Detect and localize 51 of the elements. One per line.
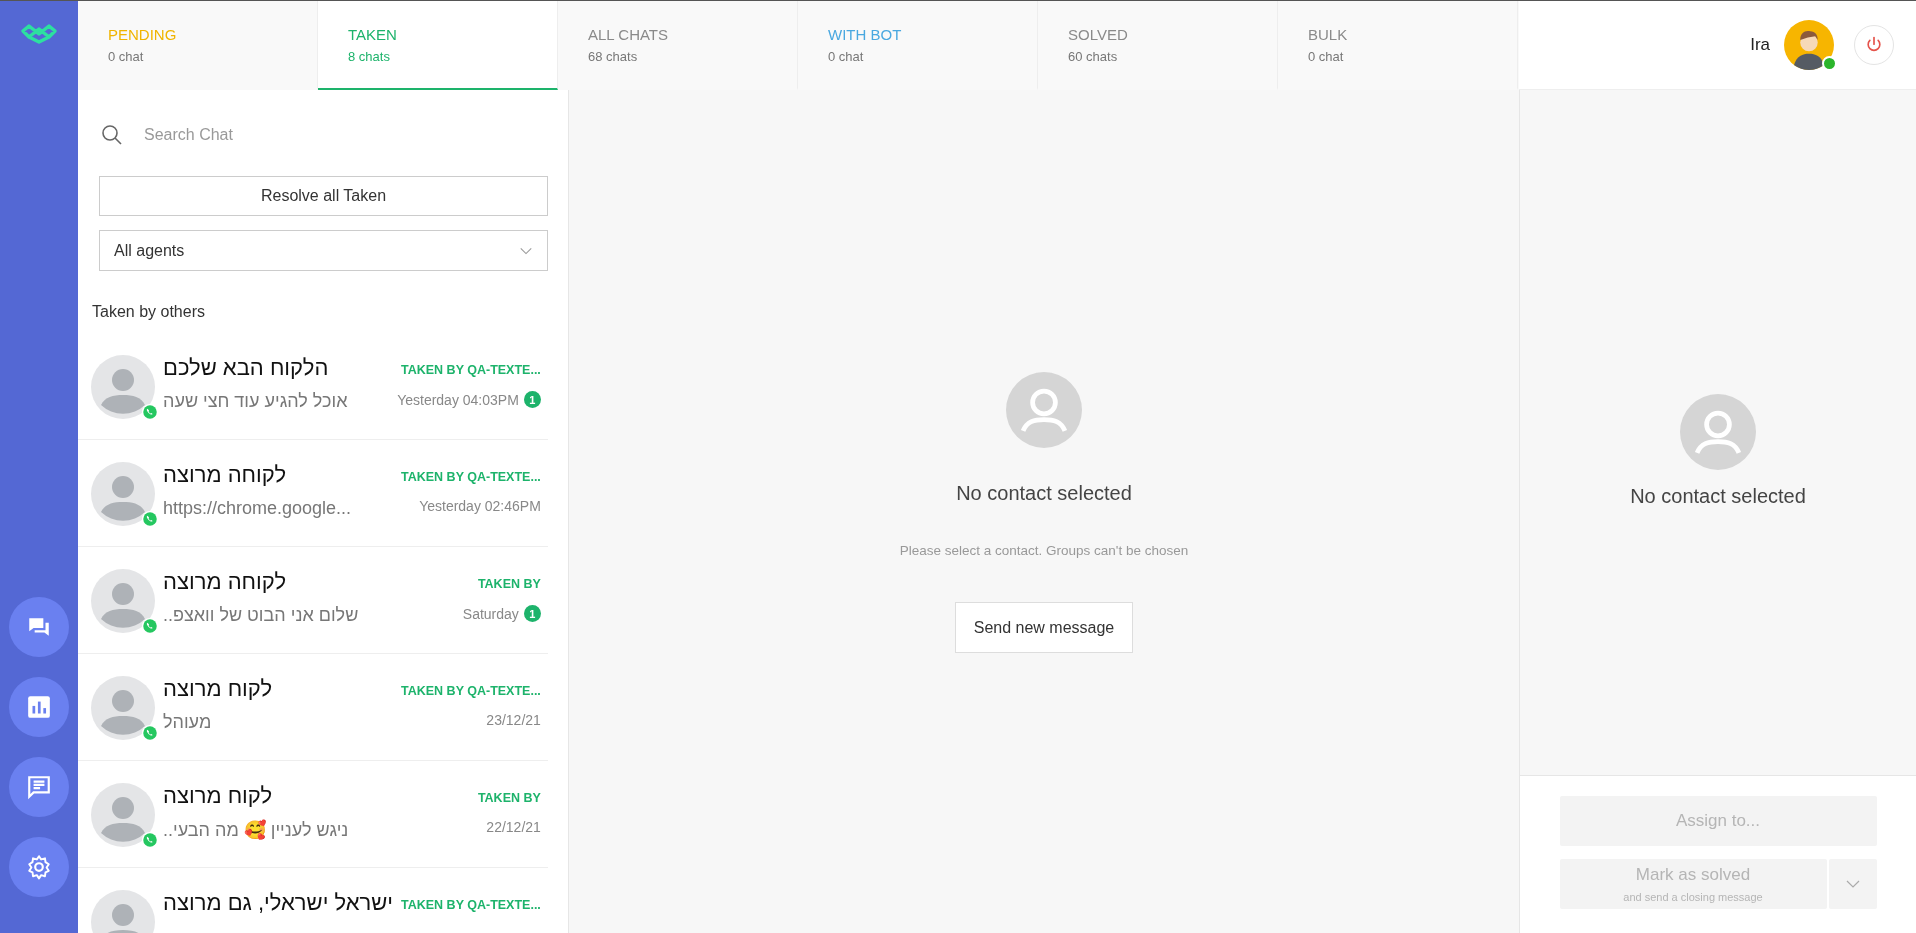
taken-by-label: TAKEN BY QA-TEXTE...	[401, 363, 541, 377]
contact-placeholder-icon	[1006, 372, 1082, 448]
taken-by-label: TAKEN BY QA-TEXTE...	[401, 470, 541, 484]
message-time: Yesterday 02:46PM	[419, 498, 541, 514]
taken-by-label: TAKEN BY	[477, 791, 541, 805]
message-preview: שלום אני הבוט של וואצפ..	[163, 605, 360, 626]
contact-name: לקוחה מרוצה	[163, 569, 288, 595]
contact-placeholder-icon	[1680, 394, 1756, 470]
logo-icon	[19, 23, 59, 45]
contact-avatar	[91, 462, 155, 526]
settings-icon	[26, 854, 52, 880]
taken-by-label: TAKEN BY QA-TEXTE...	[401, 684, 541, 698]
section-heading: Taken by others	[92, 303, 206, 321]
message-preview: מעוהל	[163, 712, 213, 733]
empty-state-title: No contact selected	[956, 482, 1132, 505]
contact-avatar	[91, 783, 155, 847]
resolve-all-button[interactable]: Resolve all Taken	[99, 176, 548, 216]
message-time: 23/12/21	[486, 712, 541, 728]
contact-name: ישראל ישראלי, גם מרוצה	[163, 890, 393, 916]
send-new-message-button[interactable]: Send new message	[954, 602, 1134, 653]
message-preview: אוכל להגיע עוד חצי שעה	[163, 391, 349, 412]
agent-filter-dropdown[interactable]: All agents	[99, 230, 548, 271]
contact-name: לקוח מרוצה	[163, 676, 274, 702]
contact-avatar	[91, 569, 155, 633]
taken-by-label: TAKEN BY QA-TEXTE...	[401, 898, 541, 912]
whatsapp-icon	[141, 617, 159, 635]
contact-name: לקוח מרוצה	[163, 783, 274, 809]
unread-count: 1	[523, 391, 541, 408]
message-preview: ניגש לעניין 🥰 מה הבעי..	[163, 819, 350, 841]
message-time: Saturday	[462, 605, 519, 622]
whatsapp-icon	[141, 724, 159, 742]
whatsapp-icon	[141, 831, 159, 849]
contact-avatar	[91, 676, 155, 740]
contact-name: לקוחה מרוצה	[163, 462, 288, 488]
message-preview: https://chrome.google...	[163, 498, 353, 519]
contact-avatar	[91, 355, 155, 419]
message-time: 22/12/21	[486, 819, 541, 835]
logout-button[interactable]	[1854, 25, 1894, 65]
search-icon	[100, 123, 124, 147]
message-icon	[26, 774, 52, 800]
user-avatar[interactable]	[1784, 20, 1834, 70]
whatsapp-icon	[141, 403, 159, 421]
unread-count: 1	[523, 605, 541, 622]
taken-by-label: TAKEN BY	[477, 577, 541, 591]
whatsapp-icon	[141, 510, 159, 528]
message-time: Yesterday 04:03PM	[397, 391, 519, 408]
contact-name: הלקוח הבא שלכם	[163, 355, 330, 381]
empty-state-hint: Please select a contact. Groups can't be chosen	[899, 543, 1189, 558]
empty-state-title: No contact selected	[1630, 485, 1806, 508]
user-name: Ira	[1750, 35, 1770, 55]
bar-chart-icon	[26, 694, 52, 720]
